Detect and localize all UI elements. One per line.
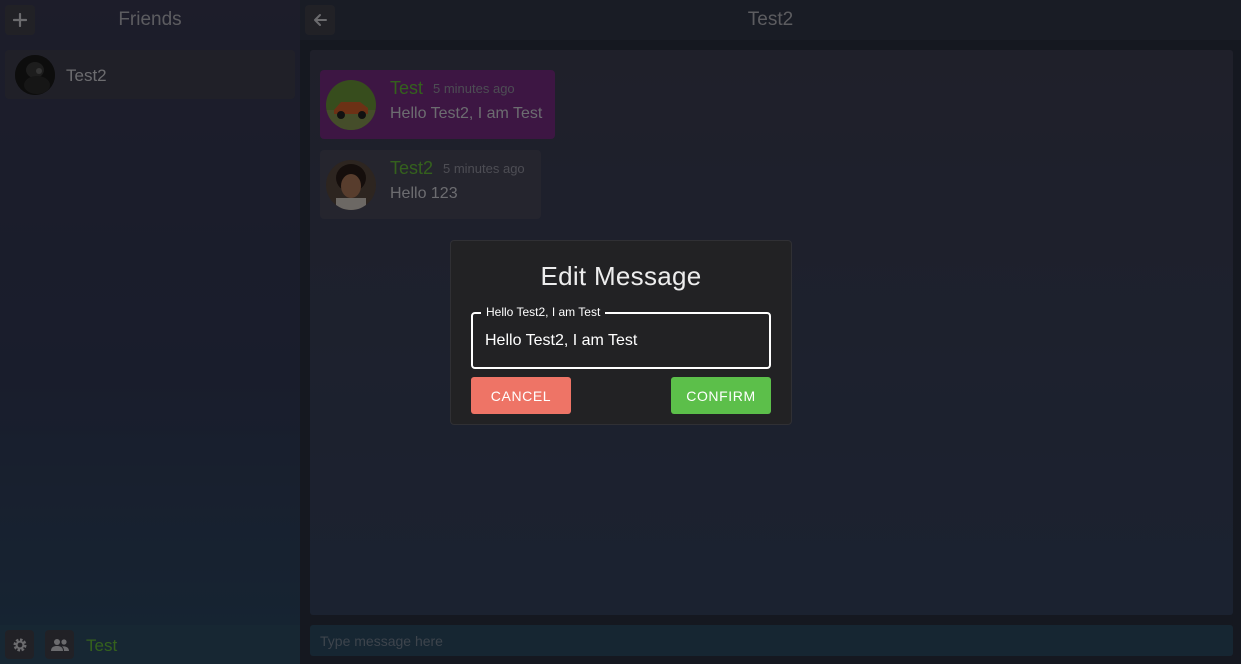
dialog-title: Edit Message — [540, 261, 702, 291]
app: Friends Test2 — [0, 0, 1241, 664]
edit-message-field: Hello Test2, I am Test — [471, 305, 771, 369]
confirm-button[interactable]: CONFIRM — [671, 377, 771, 414]
edit-message-input[interactable] — [473, 314, 767, 367]
cancel-button[interactable]: CANCEL — [471, 377, 571, 414]
edit-message-dialog: Edit Message Hello Test2, I am Test CANC… — [450, 240, 792, 425]
